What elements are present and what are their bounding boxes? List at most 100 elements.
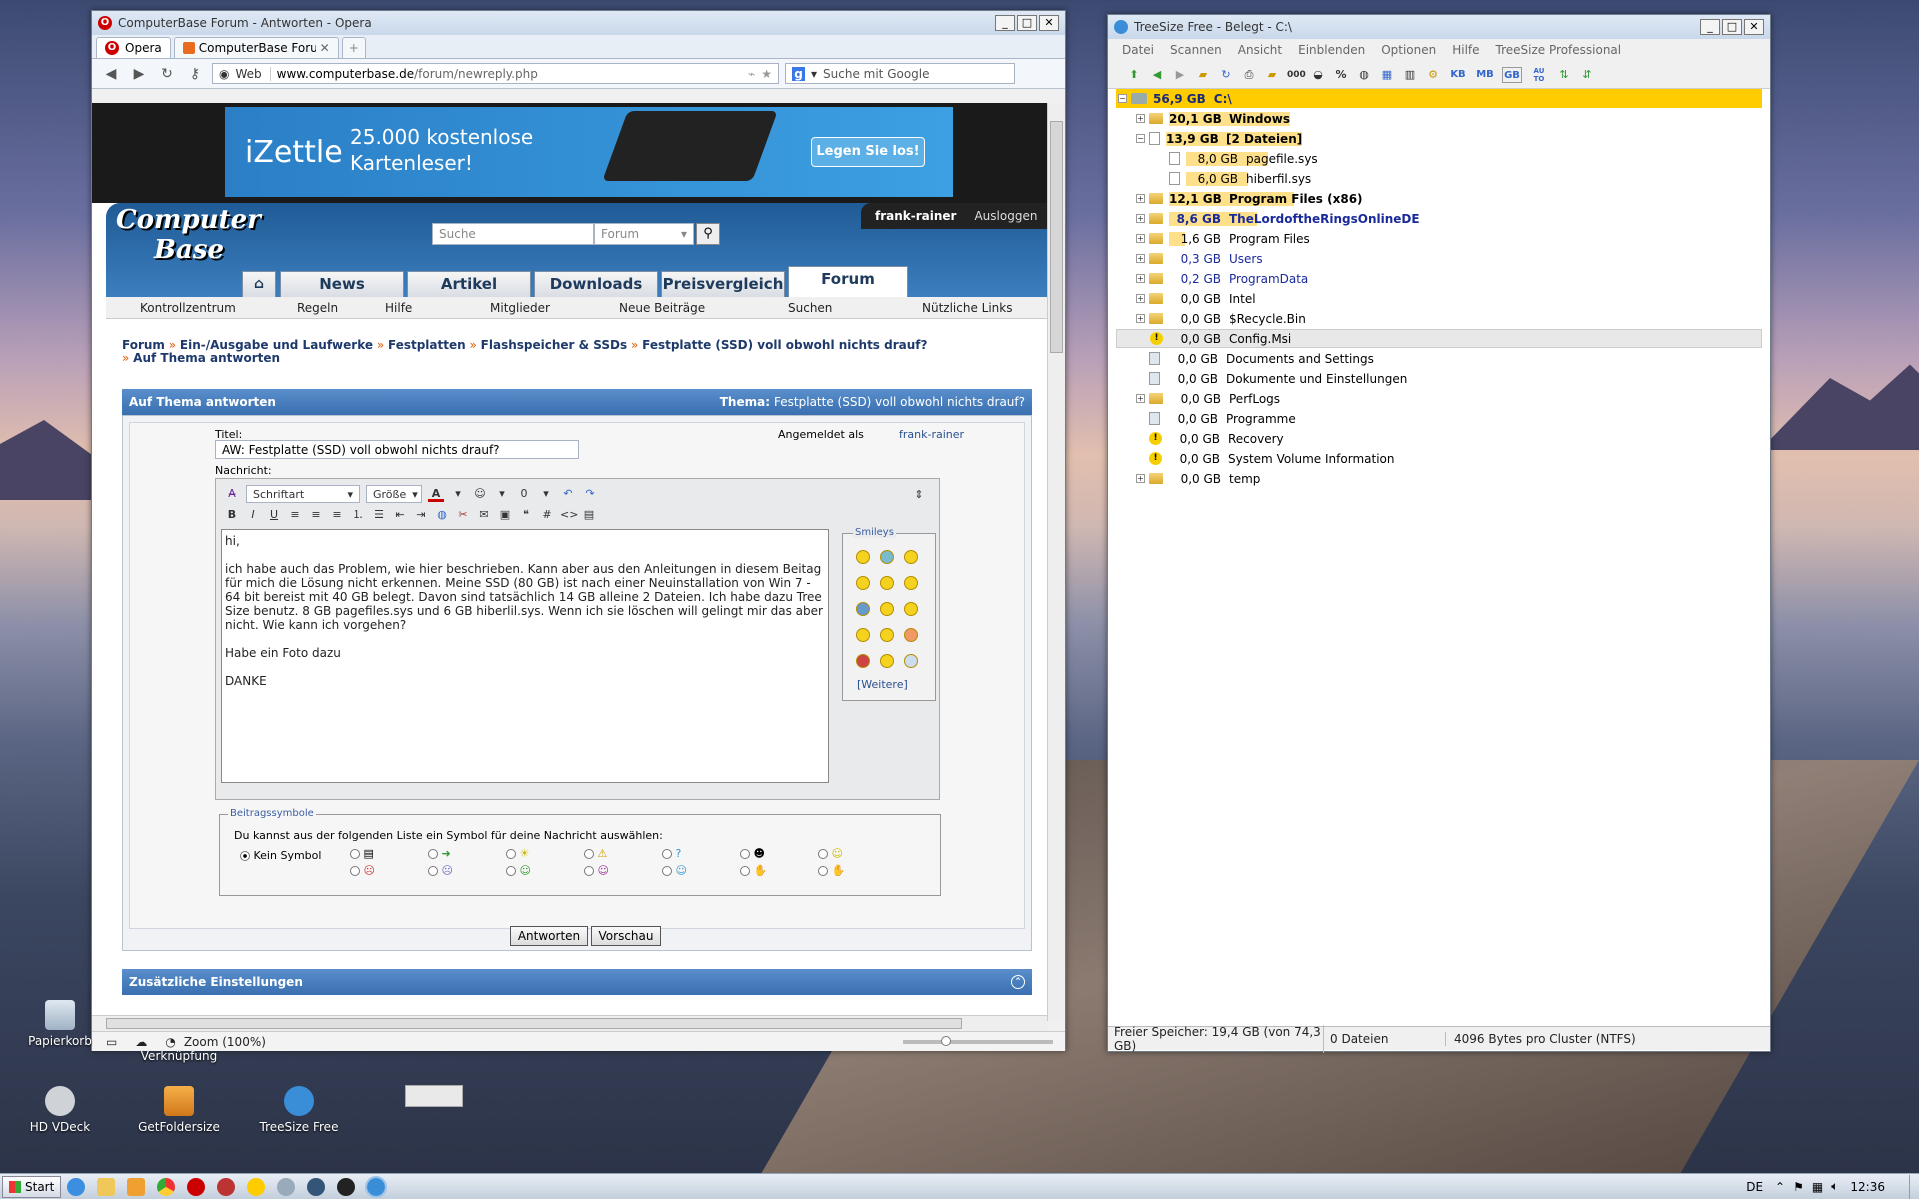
desktop-icon-shortcut[interactable]: Verknüpfung — [131, 1049, 227, 1063]
breadcrumb-item[interactable]: Forum — [122, 338, 165, 352]
tree-row[interactable]: +0,0 GB PerfLogs — [1116, 389, 1762, 408]
flag-icon[interactable]: ⚑ — [1793, 1180, 1804, 1194]
smiley-icon[interactable] — [904, 576, 918, 590]
post-icon-option[interactable]: ✋ — [818, 864, 896, 877]
expand-icon[interactable]: + — [1136, 274, 1145, 283]
post-icon-option[interactable]: ☺ — [662, 864, 740, 877]
breadcrumb-item[interactable]: Festplatten — [388, 338, 466, 352]
post-icon-option[interactable]: ☻ — [740, 847, 818, 860]
desktop-icon-hd-vdeck[interactable]: HD VDeck — [12, 1086, 108, 1134]
zoom-slider-knob[interactable] — [941, 1035, 951, 1046]
tree-row[interactable]: +1,6 GB Program Files — [1116, 229, 1762, 248]
opera-icon[interactable] — [187, 1177, 206, 1196]
tree-row[interactable]: +0,0 GB $Recycle.Bin — [1116, 309, 1762, 328]
tree-row[interactable]: ! 0,0 GB System Volume Information — [1116, 449, 1762, 468]
code-icon[interactable]: <> — [560, 507, 578, 523]
collapse-icon[interactable]: − — [1118, 94, 1127, 103]
smiley-icon[interactable] — [880, 550, 894, 564]
subnav-nuetzliche-links[interactable]: Nützliche Links — [922, 301, 1012, 315]
expand-icon[interactable]: + — [1136, 294, 1145, 303]
post-icon-option[interactable]: ⚠ — [584, 847, 662, 860]
tree-row[interactable]: +8,6 GB TheLordoftheRingsOnlineDE — [1116, 209, 1762, 228]
italic-icon[interactable]: I — [245, 507, 261, 523]
tab-forum[interactable]: Forum — [788, 266, 908, 297]
smiley-icon[interactable] — [904, 602, 918, 616]
explorer-icon[interactable] — [97, 1177, 116, 1196]
tree-row[interactable]: 8,0 GB pagefile.sys — [1116, 149, 1762, 168]
reload-icon[interactable]: ↻ — [156, 66, 178, 82]
chrome-icon[interactable] — [157, 1177, 176, 1196]
network-icon[interactable]: ▦ — [1812, 1180, 1823, 1194]
refresh-icon[interactable]: ↻ — [1218, 67, 1234, 83]
smileys-more-link[interactable]: [Weitere] — [857, 678, 908, 691]
ie-icon[interactable] — [67, 1177, 86, 1196]
post-icon-option[interactable]: ☹ — [428, 864, 506, 877]
post-icon-option[interactable]: ☺ — [818, 847, 896, 860]
site-search-scope[interactable]: Forum ▾ — [594, 223, 694, 245]
forward-icon[interactable]: ▶ — [128, 66, 150, 82]
expand-icon[interactable]: + — [1136, 394, 1145, 403]
site-search-input[interactable]: Suche — [432, 223, 594, 245]
vertical-scrollbar[interactable] — [1047, 103, 1065, 1021]
smiley-insert-icon[interactable]: ☺ — [472, 486, 488, 502]
desktop-icon-getfoldersize[interactable]: GetFoldersize — [131, 1086, 227, 1134]
size-select[interactable]: Größe ▾ — [366, 485, 422, 503]
smiley-icon[interactable] — [880, 654, 894, 668]
extra-settings-header[interactable]: Zusätzliche Einstellungen ⌃ — [122, 969, 1032, 995]
php-icon[interactable]: ▤ — [581, 507, 597, 523]
treesize-taskbar-icon[interactable] — [365, 1175, 388, 1198]
unordered-list-icon[interactable]: ☰ — [371, 507, 387, 523]
turbo-icon[interactable]: ☁ — [135, 1035, 147, 1049]
editor-resize-toggle-icon[interactable]: ⇕ — [911, 487, 927, 503]
horizontal-scroll-thumb[interactable] — [106, 1018, 962, 1029]
counts-icon[interactable]: 000 — [1287, 67, 1306, 83]
size-mode-icon[interactable]: ◒ — [1310, 67, 1326, 83]
tab-artikel[interactable]: Artikel — [407, 271, 531, 297]
app-icon-black[interactable] — [337, 1177, 356, 1196]
unit-kb-button[interactable]: KB — [1448, 67, 1468, 83]
maximize-button[interactable]: □ — [1722, 19, 1742, 35]
show-desktop-button[interactable] — [1909, 1174, 1919, 1199]
post-icon-option[interactable]: ☺ — [584, 864, 662, 877]
tab-close-icon[interactable]: ✕ — [320, 41, 330, 55]
language-indicator[interactable]: DE — [1746, 1180, 1763, 1194]
rss-icon[interactable]: ⌁ — [748, 67, 755, 81]
desktop-blank-tile[interactable] — [405, 1085, 463, 1107]
ordered-list-icon[interactable]: ⒈ — [350, 507, 366, 523]
tab-downloads[interactable]: Downloads — [534, 271, 658, 297]
home-tab[interactable]: ⌂ — [242, 271, 276, 297]
tree-row[interactable]: +0,2 GB ProgramData — [1116, 269, 1762, 288]
menu-hilfe[interactable]: Hilfe — [1452, 43, 1479, 57]
tree-row[interactable]: 0,0 GB Dokumente und Einstellungen — [1116, 369, 1762, 388]
collapse-icon[interactable]: − — [1136, 134, 1145, 143]
post-icon-option[interactable]: ➜ — [428, 847, 506, 860]
desktop-icon-recycle-bin[interactable]: Papierkorb — [12, 1000, 108, 1048]
undo-icon[interactable]: ↶ — [560, 486, 576, 502]
thema-link[interactable]: Festplatte (SSD) voll obwohl nichts drau… — [774, 395, 1025, 409]
close-button[interactable]: ✕ — [1039, 15, 1059, 31]
smiley-icon[interactable] — [856, 654, 870, 668]
align-left-icon[interactable]: ≡ — [287, 507, 303, 523]
zoom-slider[interactable] — [903, 1035, 1053, 1046]
align-center-icon[interactable]: ≡ — [308, 507, 324, 523]
smiley-icon[interactable] — [856, 628, 870, 642]
image-icon[interactable]: ▣ — [497, 507, 513, 523]
redo-icon[interactable]: ↷ — [582, 486, 598, 502]
tree-row[interactable]: ! 0,0 GB Config.Msi — [1116, 329, 1762, 348]
tab-computerbase[interactable]: ComputerBase Forum ... ✕ — [173, 37, 339, 58]
menu-einblenden[interactable]: Einblenden — [1298, 43, 1365, 57]
preview-button[interactable]: Vorschau — [591, 926, 661, 946]
menu-treesize-professional[interactable]: TreeSize Professional — [1496, 43, 1622, 57]
start-button[interactable]: Start — [2, 1175, 62, 1198]
minimize-button[interactable]: _ — [1700, 19, 1720, 35]
url-field[interactable]: ◉ Web www.computerbase.de/forum/newreply… — [212, 63, 779, 84]
smiley-icon[interactable] — [904, 628, 918, 642]
zoom-icon[interactable]: ◔ — [165, 1035, 175, 1049]
app-icon-red[interactable] — [217, 1177, 236, 1196]
chevron-down-icon[interactable]: ▾ — [538, 486, 554, 502]
media-player-icon[interactable] — [127, 1177, 146, 1196]
details-icon[interactable]: ▥ — [1402, 67, 1418, 83]
tree-row[interactable]: 6,0 GB hiberfil.sys — [1116, 169, 1762, 188]
smiley-icon[interactable] — [856, 550, 870, 564]
options-icon[interactable]: ⚙ — [1425, 67, 1441, 83]
